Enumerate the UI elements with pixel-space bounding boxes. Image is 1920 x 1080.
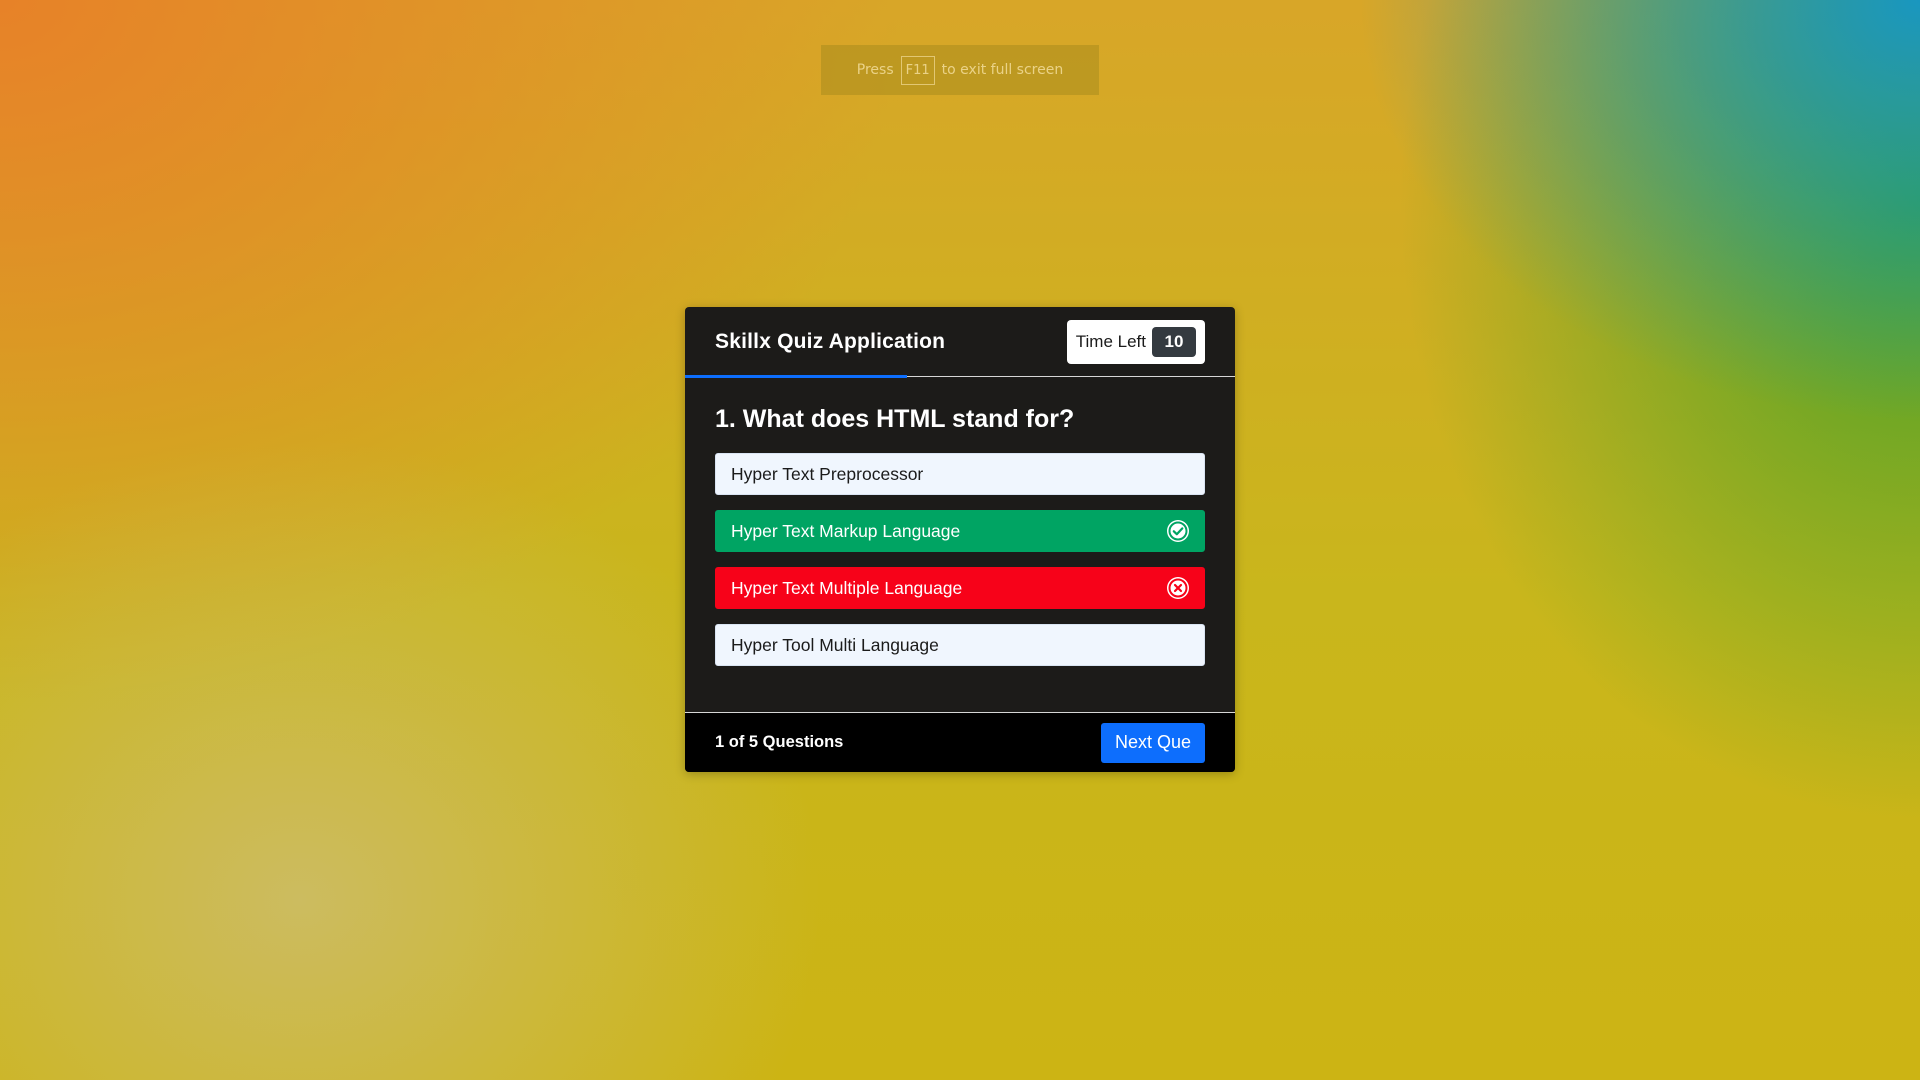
timer-value: 10 — [1152, 326, 1196, 357]
option-label: Hyper Text Multiple Language — [731, 577, 963, 598]
option-label: Hyper Tool Multi Language — [731, 634, 939, 655]
question-text: 1. What does HTML stand for? — [715, 405, 1075, 433]
option-2[interactable]: Hyper Text Markup Language — [715, 510, 1205, 552]
option-3[interactable]: Hyper Text Multiple Language — [715, 567, 1205, 609]
option-4[interactable]: Hyper Tool Multi Language — [715, 624, 1205, 666]
question-counter: 1 of 5 Questions — [715, 733, 844, 751]
timer: Time Left 10 — [1066, 319, 1205, 364]
option-list: Hyper Text Preprocessor Hyper Text Marku… — [715, 453, 1205, 666]
question-section: 1. What does HTML stand for? Hyper Text … — [685, 377, 1235, 666]
next-question-button[interactable]: Next Que — [1100, 722, 1205, 763]
quiz-box: Skillx Quiz Application Time Left 10 1. … — [685, 307, 1235, 772]
x-circle-icon — [1167, 577, 1189, 599]
option-label: Hyper Text Preprocessor — [731, 463, 924, 484]
fullscreen-notice: Press F11 to exit full screen — [821, 45, 1099, 95]
option-1[interactable]: Hyper Text Preprocessor — [715, 453, 1205, 495]
quiz-footer: 1 of 5 Questions Next Que — [685, 712, 1235, 772]
fullscreen-notice-suffix: to exit full screen — [941, 62, 1064, 78]
quiz-title: Skillx Quiz Application — [715, 329, 946, 353]
check-circle-icon — [1167, 520, 1189, 542]
timer-label: Time Left — [1075, 331, 1146, 351]
fullscreen-notice-prefix: Press — [856, 62, 894, 78]
option-label: Hyper Text Markup Language — [731, 520, 961, 541]
quiz-header: Skillx Quiz Application Time Left 10 — [685, 307, 1235, 378]
time-progress-line — [685, 375, 907, 378]
f11-key-badge: F11 — [900, 55, 935, 85]
page-background: { "fullscreen_notice": { "prefix": "Pres… — [0, 0, 1920, 1080]
